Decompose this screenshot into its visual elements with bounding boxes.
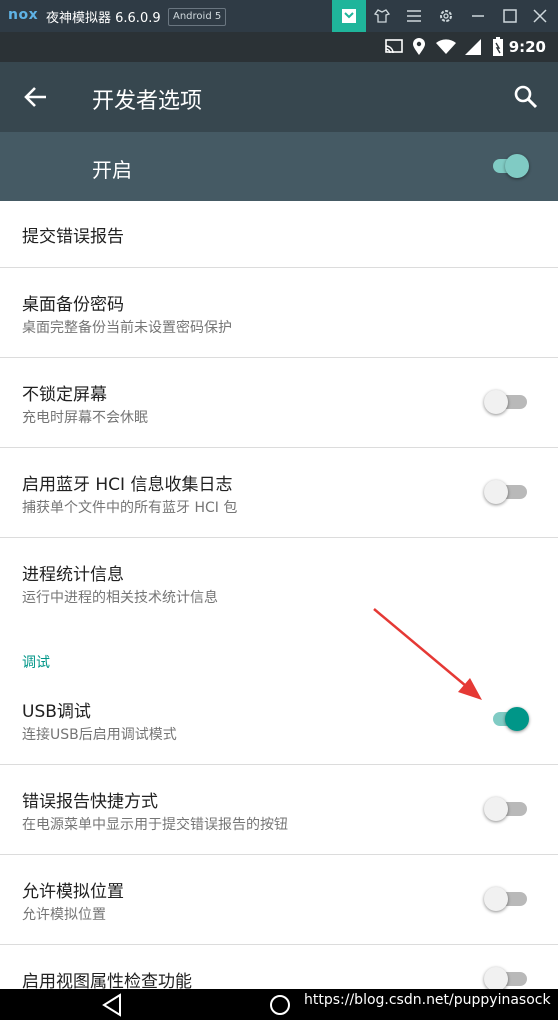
emulator-title: 夜神模拟器 6.6.0.9 bbox=[46, 11, 161, 26]
signal-icon bbox=[465, 39, 481, 55]
navigation-bar: https://blog.csdn.net/puppyinasock bbox=[0, 989, 558, 1020]
close-icon[interactable] bbox=[524, 0, 556, 32]
maximize-icon[interactable] bbox=[494, 0, 526, 32]
page-title: 开发者选项 bbox=[92, 89, 203, 114]
watermark-text: https://blog.csdn.net/puppyinasock bbox=[304, 992, 551, 1008]
search-icon[interactable] bbox=[514, 85, 538, 109]
battery-icon bbox=[493, 37, 503, 56]
wifi-icon bbox=[436, 39, 456, 54]
gear-icon[interactable] bbox=[430, 0, 462, 32]
cast-icon bbox=[385, 39, 403, 54]
shirt-icon[interactable] bbox=[366, 0, 398, 32]
minimize-icon[interactable] bbox=[462, 0, 494, 32]
status-bar: 9:20 bbox=[0, 32, 558, 62]
emulator-title-bar: nox 夜神模拟器 6.6.0.9 Android 5 bbox=[0, 0, 558, 32]
nox-logo: nox bbox=[8, 7, 39, 23]
settings-list: 提交错误报告 桌面备份密码 桌面完整备份当前未设置密码保护 不锁定屏幕 充电时屏… bbox=[0, 201, 558, 989]
developer-options-master-bar[interactable]: 开启 bbox=[0, 132, 558, 201]
annotation-arrow bbox=[373, 608, 482, 700]
android-version-badge: Android 5 bbox=[168, 8, 227, 26]
master-switch[interactable] bbox=[484, 149, 538, 183]
back-arrow-icon[interactable] bbox=[24, 86, 48, 108]
nav-back-icon[interactable] bbox=[101, 993, 123, 1017]
nav-home-icon[interactable] bbox=[268, 993, 292, 1017]
menu-icon[interactable] bbox=[398, 0, 430, 32]
master-switch-label: 开启 bbox=[92, 158, 132, 182]
toolbar: 开发者选项 bbox=[0, 62, 558, 132]
location-icon bbox=[413, 38, 425, 55]
status-time: 9:20 bbox=[508, 38, 546, 56]
gift-icon[interactable] bbox=[332, 0, 366, 32]
